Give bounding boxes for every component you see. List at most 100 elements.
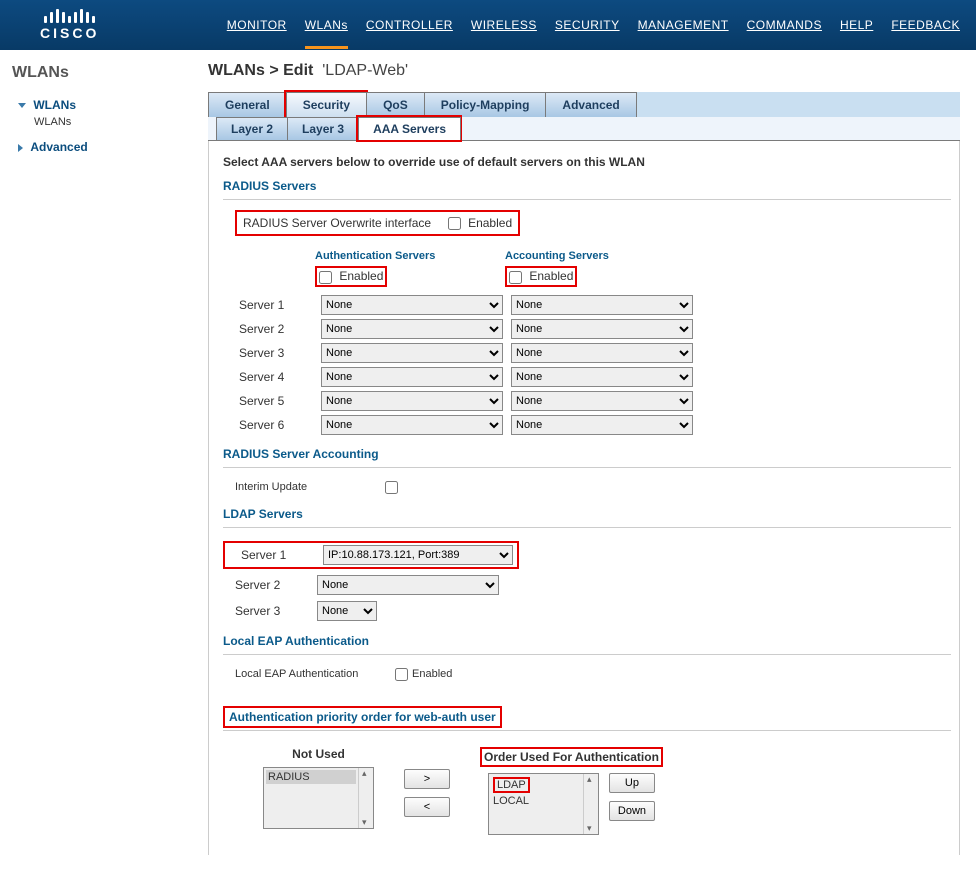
auth-servers-header: Authentication Servers [315, 250, 505, 262]
sidebar-title: WLANs [12, 64, 192, 82]
tab-security[interactable]: Security [286, 92, 367, 117]
section-ldap-servers: LDAP Servers [223, 507, 951, 521]
divider [223, 199, 951, 200]
auth-enabled-wrap: Enabled [315, 266, 387, 286]
auth-server-select[interactable]: None [321, 343, 503, 363]
nav-security[interactable]: SECURITY [555, 18, 620, 32]
auth-server-select[interactable]: None [321, 319, 503, 339]
tab-qos[interactable]: QoS [366, 92, 425, 117]
divider [223, 467, 951, 468]
server-row: Server 6NoneNone [233, 413, 951, 437]
list-item[interactable]: RADIUS [266, 770, 356, 784]
acct-server-select[interactable]: None [511, 319, 693, 339]
top-bar: CISCO MONITOR WLANs CONTROLLER WIRELESS … [0, 0, 976, 50]
crumb-root: WLANs [208, 62, 265, 79]
instruction-text: Select AAA servers below to override use… [223, 155, 951, 169]
subtab-layer3[interactable]: Layer 3 [287, 117, 359, 140]
ldap-label: Server 1 [229, 548, 323, 562]
nav-wlans[interactable]: WLANs [305, 18, 348, 49]
server-row: Server 3NoneNone [233, 341, 951, 365]
server-row: Server 1NoneNone [233, 293, 951, 317]
sidebar-item-advanced[interactable]: Advanced [12, 136, 192, 158]
divider [223, 730, 951, 731]
caret-right-icon [18, 144, 23, 152]
tab-advanced[interactable]: Advanced [545, 92, 636, 117]
auth-server-select[interactable]: None [321, 295, 503, 315]
ldap-row: Server 3None [223, 598, 951, 624]
brand-text: CISCO [40, 25, 99, 41]
sidebar-item-label: Advanced [30, 140, 87, 154]
sidebar-item-wlans[interactable]: WLANs [12, 116, 192, 128]
crumb-edit: Edit [283, 62, 313, 79]
list-item[interactable]: LOCAL [491, 794, 581, 808]
enabled-label: Enabled [339, 269, 383, 283]
acct-server-select[interactable]: None [511, 391, 693, 411]
nav-monitor[interactable]: MONITOR [227, 18, 287, 32]
content: WLANs > Edit 'LDAP-Web' General Security… [192, 50, 976, 885]
sub-tabs: Layer 2 Layer 3 AAA Servers [208, 117, 960, 141]
section-radius-accounting: RADIUS Server Accounting [223, 447, 951, 461]
list-item[interactable]: LDAP [491, 776, 581, 794]
ldap-row: Server 2None [223, 572, 951, 598]
section-local-eap: Local EAP Authentication [223, 634, 951, 648]
server-row: Server 4NoneNone [233, 365, 951, 389]
crumb-name: 'LDAP-Web' [322, 62, 408, 79]
down-button[interactable]: Down [609, 801, 655, 821]
ldap-server-select[interactable]: IP:10.88.173.121, Port:389 [323, 545, 513, 565]
sidebar-item-label: WLANs [33, 98, 76, 112]
not-used-list[interactable]: RADIUS ▴ ▾ [263, 767, 374, 829]
auth-priority-order: Not Used RADIUS ▴▾ > < Order Used For Au… [223, 747, 951, 835]
acct-server-select[interactable]: None [511, 343, 693, 363]
scroll-up-icon[interactable]: ▴ [359, 768, 373, 779]
move-right-button[interactable]: > [404, 769, 450, 789]
server-columns-header: Authentication Servers Accounting Server… [233, 250, 951, 262]
auth-server-select[interactable]: None [321, 391, 503, 411]
acct-server-select[interactable]: None [511, 295, 693, 315]
auth-enabled-checkbox[interactable] [319, 271, 332, 284]
order-used-list[interactable]: LDAPLOCAL ▴ ▾ [488, 773, 599, 835]
nav-help[interactable]: HELP [840, 18, 873, 32]
subtab-layer2[interactable]: Layer 2 [216, 117, 288, 140]
nav-controller[interactable]: CONTROLLER [366, 18, 453, 32]
server-label: Server 2 [233, 322, 321, 336]
nav-feedback[interactable]: FEEDBACK [891, 18, 960, 32]
radius-overwrite-checkbox[interactable] [448, 217, 461, 230]
tab-general[interactable]: General [208, 92, 287, 117]
scroll-down-icon[interactable]: ▾ [584, 823, 598, 834]
auth-server-select[interactable]: None [321, 367, 503, 387]
local-eap-label: Local EAP Authentication [235, 668, 395, 680]
cisco-logo: CISCO [40, 9, 99, 41]
divider [223, 527, 951, 528]
main-tabs: General Security QoS Policy-Mapping Adva… [208, 92, 960, 118]
subtab-aaa-servers[interactable]: AAA Servers [358, 117, 461, 140]
divider [223, 654, 951, 655]
breadcrumb: WLANs > Edit 'LDAP-Web' [208, 62, 960, 80]
acct-servers-header: Accounting Servers [505, 250, 695, 262]
nav-wireless[interactable]: WIRELESS [471, 18, 537, 32]
ldap-label: Server 3 [223, 604, 317, 618]
section-auth-priority: Authentication priority order for web-au… [229, 710, 496, 724]
up-button[interactable]: Up [609, 773, 655, 793]
sidebar-item-wlans-group[interactable]: WLANs [12, 94, 192, 116]
local-eap-checkbox[interactable] [395, 668, 408, 681]
radius-overwrite-label: RADIUS Server Overwrite interface [243, 216, 431, 230]
ldap-server-select[interactable]: None [317, 601, 377, 621]
ldap-label: Server 2 [223, 578, 317, 592]
ldap-server-select[interactable]: None [317, 575, 499, 595]
not-used-header: Not Used [292, 747, 345, 761]
tab-policy-mapping[interactable]: Policy-Mapping [424, 92, 547, 117]
scroll-up-icon[interactable]: ▴ [584, 774, 598, 785]
acct-server-select[interactable]: None [511, 415, 693, 435]
auth-server-select[interactable]: None [321, 415, 503, 435]
acct-server-select[interactable]: None [511, 367, 693, 387]
nav-management[interactable]: MANAGEMENT [638, 18, 729, 32]
nav-commands[interactable]: COMMANDS [747, 18, 822, 32]
interim-update-checkbox[interactable] [385, 481, 398, 494]
acct-enabled-checkbox[interactable] [509, 271, 522, 284]
scroll-down-icon[interactable]: ▾ [359, 817, 373, 828]
enabled-label: Enabled [412, 668, 452, 680]
acct-enabled-wrap: Enabled [505, 266, 577, 286]
aaa-pane: Select AAA servers below to override use… [208, 141, 960, 855]
radius-overwrite-row: RADIUS Server Overwrite interface Enable… [235, 210, 520, 236]
server-label: Server 6 [233, 418, 321, 432]
